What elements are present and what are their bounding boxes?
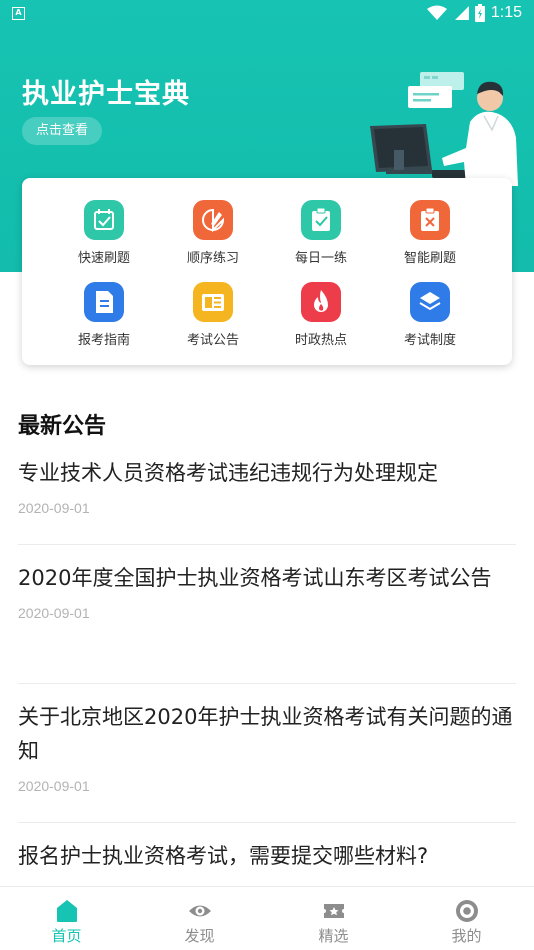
nurse-at-computer-illustration — [370, 72, 518, 186]
eye-icon — [189, 905, 211, 917]
news-item[interactable]: 专业技术人员资格考试违纪违规行为处理规定 2020-09-01 — [18, 456, 516, 516]
menu-label: 考试制度 — [403, 333, 456, 348]
quick-menu-card: 快速刷题 顺序练习 每日一练 智能刷题 报考指南 考试公告 时政热点 考试制度 — [22, 178, 512, 365]
tab-home[interactable]: 首页 — [0, 887, 133, 950]
tab-label: 我的 — [451, 927, 482, 945]
profile-circle-icon — [456, 900, 478, 922]
news-title: 报名护士执业资格考试，需要提交哪些材料? — [18, 844, 429, 868]
menu-exam-notice[interactable]: 考试公告 — [158, 282, 268, 362]
clipboard-x-icon — [410, 200, 450, 240]
news-item[interactable]: 报名护士执业资格考试，需要提交哪些材料? — [18, 839, 516, 873]
home-icon — [57, 900, 77, 922]
news-title: 2020年度全国护士执业资格考试山东考区考试公告 — [18, 566, 492, 590]
divider — [18, 544, 516, 545]
tab-label: 首页 — [51, 927, 82, 945]
signal-icon — [454, 6, 469, 20]
ticket-star-icon — [324, 904, 344, 918]
clock: 1:15 — [490, 4, 522, 21]
menu-current-affairs[interactable]: 时政热点 — [266, 282, 376, 362]
tab-profile[interactable]: 我的 — [400, 887, 533, 950]
flame-icon — [301, 282, 341, 322]
menu-label: 考试公告 — [186, 333, 239, 348]
edit-tag-icon — [193, 200, 233, 240]
news-item[interactable]: 2020年度全国护士执业资格考试山东考区考试公告 2020-09-01 — [18, 561, 516, 621]
menu-smart-practice[interactable]: 智能刷题 — [375, 200, 485, 280]
layers-icon — [410, 282, 450, 322]
news-date: 2020-09-01 — [18, 605, 90, 621]
news-title: 专业技术人员资格考试违纪违规行为处理规定 — [18, 461, 438, 485]
wifi-icon — [426, 5, 447, 20]
divider — [18, 683, 516, 684]
news-section-title: 最新公告 — [18, 414, 107, 439]
notification-icon: A — [12, 7, 25, 20]
menu-exam-system[interactable]: 考试制度 — [375, 282, 485, 362]
clipboard-check-icon — [301, 200, 341, 240]
news-date: 2020-09-01 — [18, 500, 90, 516]
newspaper-icon — [193, 282, 233, 322]
news-date: 2020-09-01 — [18, 778, 90, 794]
menu-label: 快速刷题 — [77, 251, 130, 266]
divider — [18, 822, 516, 823]
news-item[interactable]: 关于北京地区2020年护士执业资格考试有关问题的通知 2020-09-01 — [18, 700, 516, 794]
document-icon — [84, 282, 124, 322]
status-bar: A 1:15 — [0, 0, 534, 28]
menu-label: 每日一练 — [294, 251, 347, 266]
menu-sequential-practice[interactable]: 顺序练习 — [158, 200, 268, 280]
app-title: 执业护士宝典 — [22, 79, 190, 110]
menu-daily-practice[interactable]: 每日一练 — [266, 200, 376, 280]
menu-label: 智能刷题 — [403, 251, 456, 266]
bottom-tab-bar: 首页 发现 精选 我的 — [0, 886, 534, 950]
menu-quick-practice[interactable]: 快速刷题 — [49, 200, 159, 280]
tab-label: 发现 — [184, 927, 215, 945]
battery-icon — [474, 4, 485, 22]
menu-label: 时政热点 — [294, 333, 347, 348]
news-title: 关于北京地区2020年护士执业资格考试有关问题的通知 — [18, 705, 513, 763]
tab-label: 精选 — [318, 927, 349, 945]
tab-featured[interactable]: 精选 — [267, 887, 400, 950]
view-button[interactable]: 点击查看 — [22, 117, 103, 145]
menu-label: 报考指南 — [77, 333, 130, 348]
calendar-check-icon — [84, 200, 124, 240]
menu-label: 顺序练习 — [186, 251, 239, 266]
tab-discover[interactable]: 发现 — [133, 887, 266, 950]
menu-exam-guide[interactable]: 报考指南 — [49, 282, 159, 362]
